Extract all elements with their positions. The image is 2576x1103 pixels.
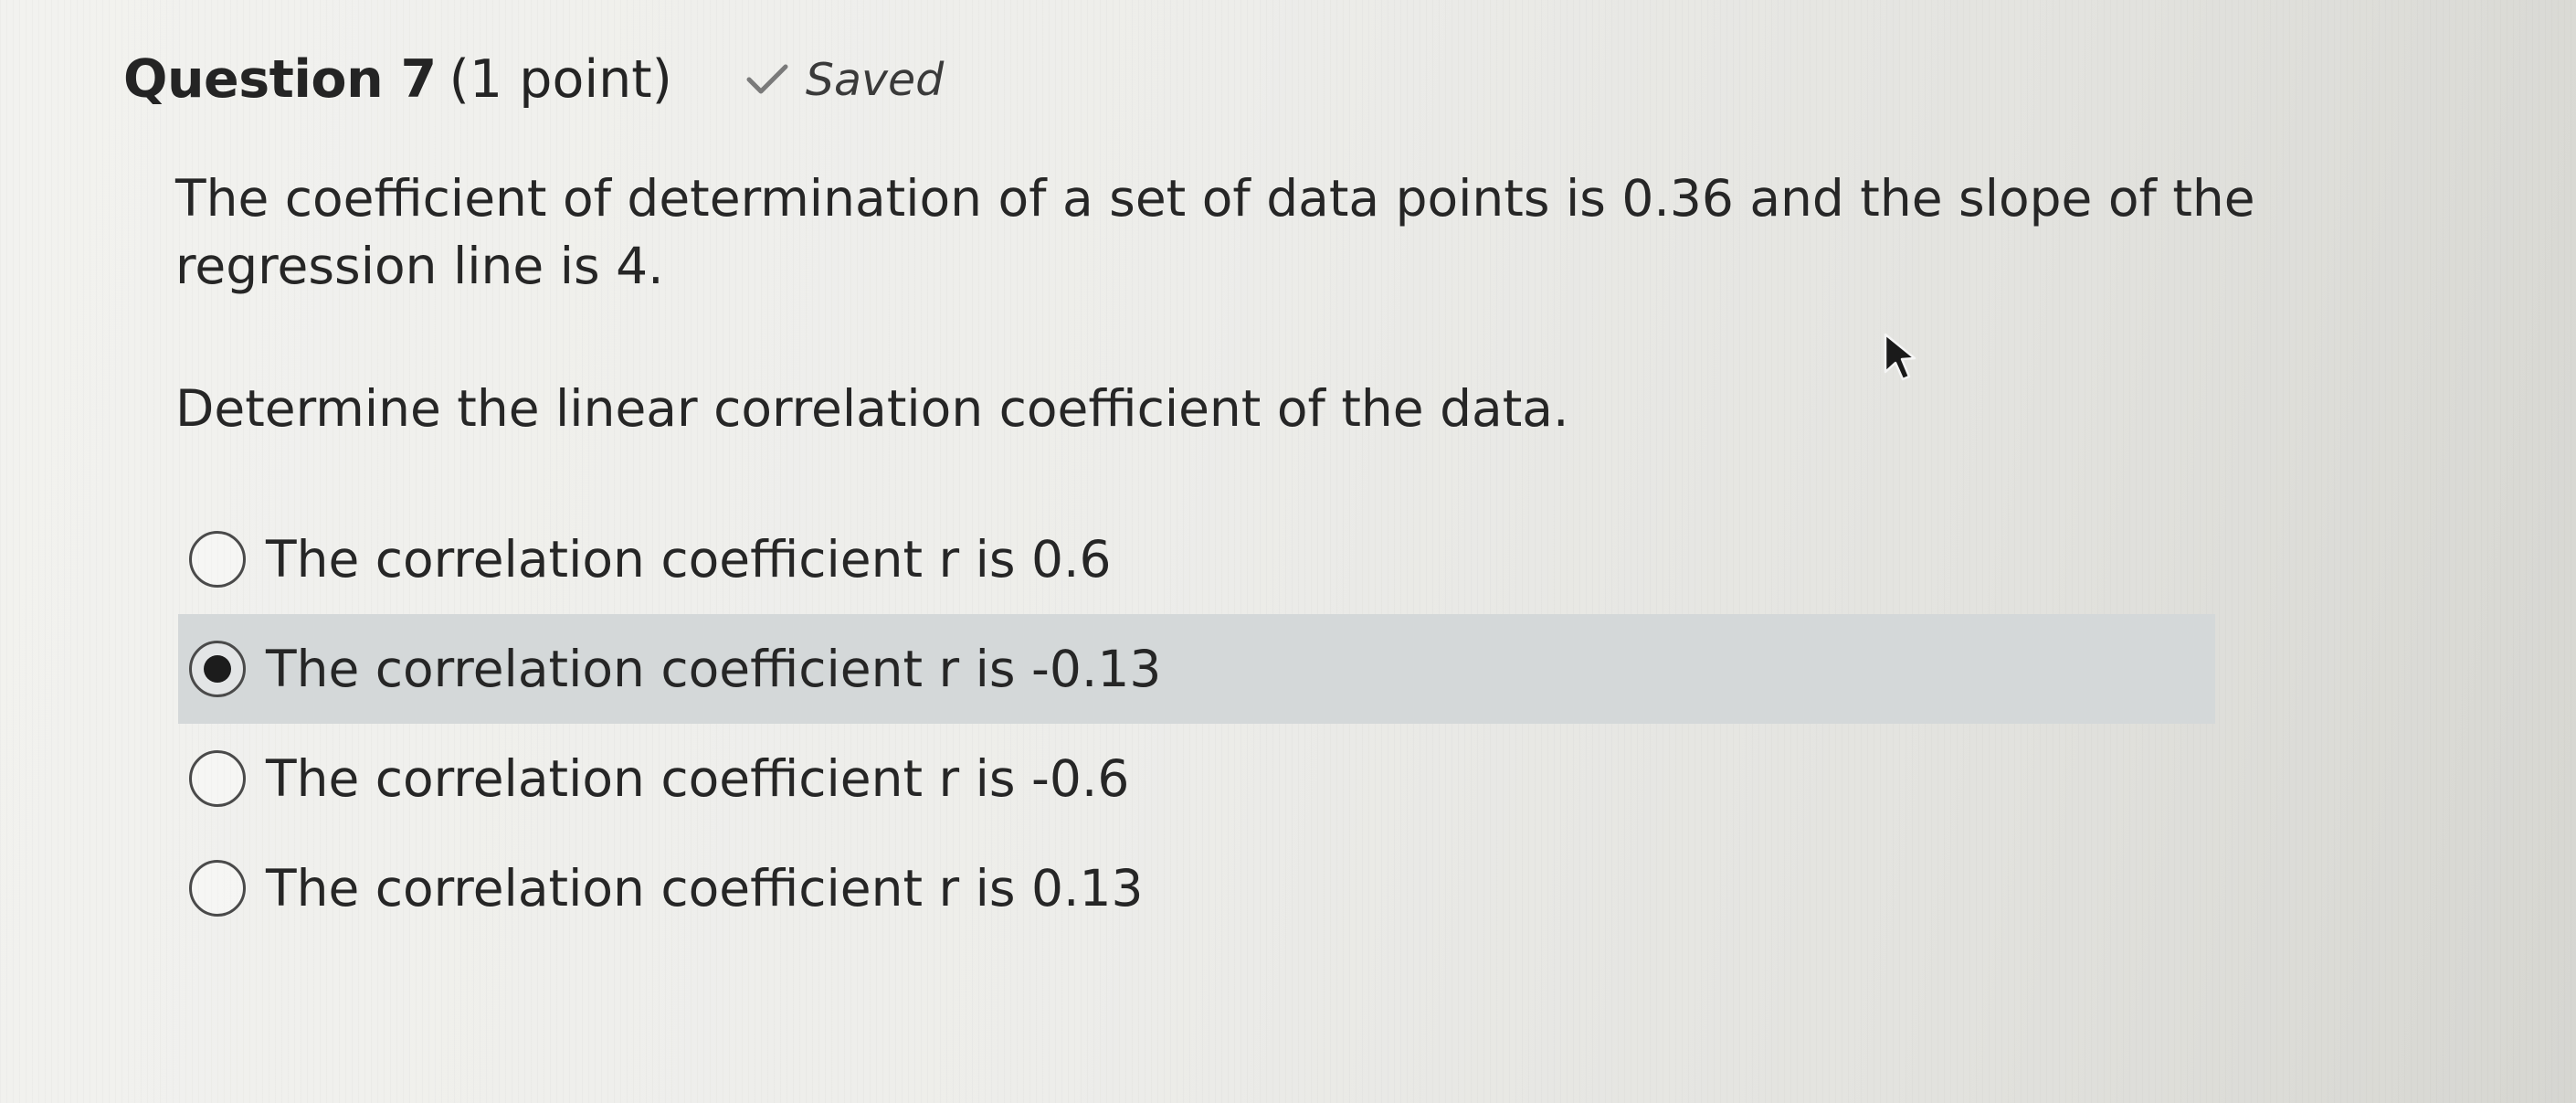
answer-option-label[interactable]: The correlation coefficient r is -0.6 bbox=[266, 749, 1129, 808]
radio-button[interactable] bbox=[189, 531, 246, 588]
answer-option[interactable]: The correlation coefficient r is -0.13 bbox=[178, 614, 2215, 724]
mouse-cursor-icon bbox=[1884, 333, 1916, 381]
radio-button[interactable] bbox=[189, 641, 246, 697]
answer-option[interactable]: The correlation coefficient r is 0.13 bbox=[178, 833, 2215, 943]
question-prompt: The coefficient of determination of a se… bbox=[175, 169, 2255, 295]
question-instruction: Determine the linear correlation coeffic… bbox=[175, 379, 1569, 438]
question-title: Question 7 bbox=[123, 49, 437, 110]
question-points: (1 point) bbox=[449, 49, 672, 110]
saved-status: Saved bbox=[744, 54, 944, 106]
answer-option-label[interactable]: The correlation coefficient r is 0.13 bbox=[266, 859, 1144, 917]
answer-option[interactable]: The correlation coefficient r is -0.6 bbox=[178, 724, 2215, 833]
answer-option-label[interactable]: The correlation coefficient r is -0.13 bbox=[266, 640, 1161, 698]
radio-button[interactable] bbox=[189, 860, 246, 917]
radio-button[interactable] bbox=[189, 750, 246, 807]
question-header: Question 7 (1 point) Saved bbox=[123, 38, 944, 121]
check-icon bbox=[746, 64, 788, 94]
answer-options: The correlation coefficient r is 0.6 The… bbox=[178, 504, 2215, 943]
answer-option-label[interactable]: The correlation coefficient r is 0.6 bbox=[266, 530, 1112, 589]
answer-option[interactable]: The correlation coefficient r is 0.6 bbox=[178, 504, 2215, 614]
radio-selected-dot bbox=[204, 655, 231, 683]
saved-label: Saved bbox=[805, 53, 945, 106]
